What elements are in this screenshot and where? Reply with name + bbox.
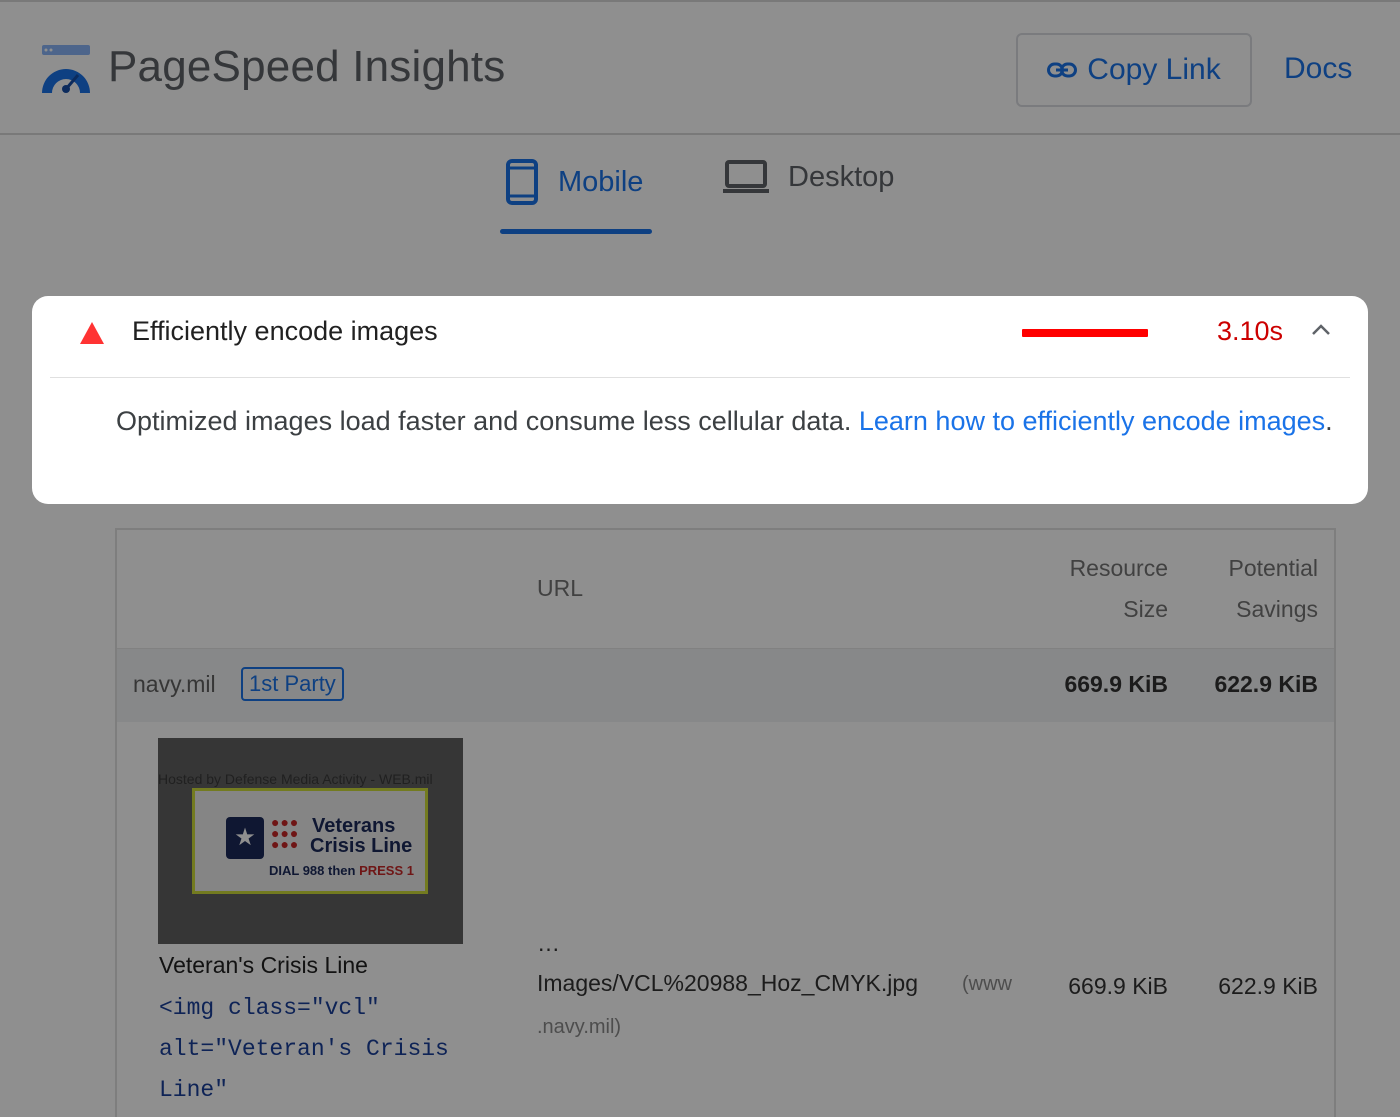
chevron-up-icon[interactable]: [1310, 323, 1332, 337]
audit-savings-value: 3.10s: [1217, 316, 1284, 346]
audit-title: Efficiently encode images: [132, 316, 438, 346]
card-divider: [50, 377, 1350, 378]
dim-overlay: [0, 0, 1400, 1117]
learn-more-link[interactable]: Learn how to efficiently encode images: [859, 406, 1325, 436]
audit-description-text: Optimized images load faster and consume…: [116, 406, 859, 436]
audit-card-efficiently-encode-images[interactable]: Efficiently encode images 3.10s Optimize…: [32, 296, 1368, 504]
audit-description: Optimized images load faster and consume…: [116, 396, 1336, 446]
warning-triangle-icon: [80, 322, 104, 344]
savings-bar: [1022, 329, 1148, 337]
audit-description-end: .: [1325, 406, 1333, 436]
